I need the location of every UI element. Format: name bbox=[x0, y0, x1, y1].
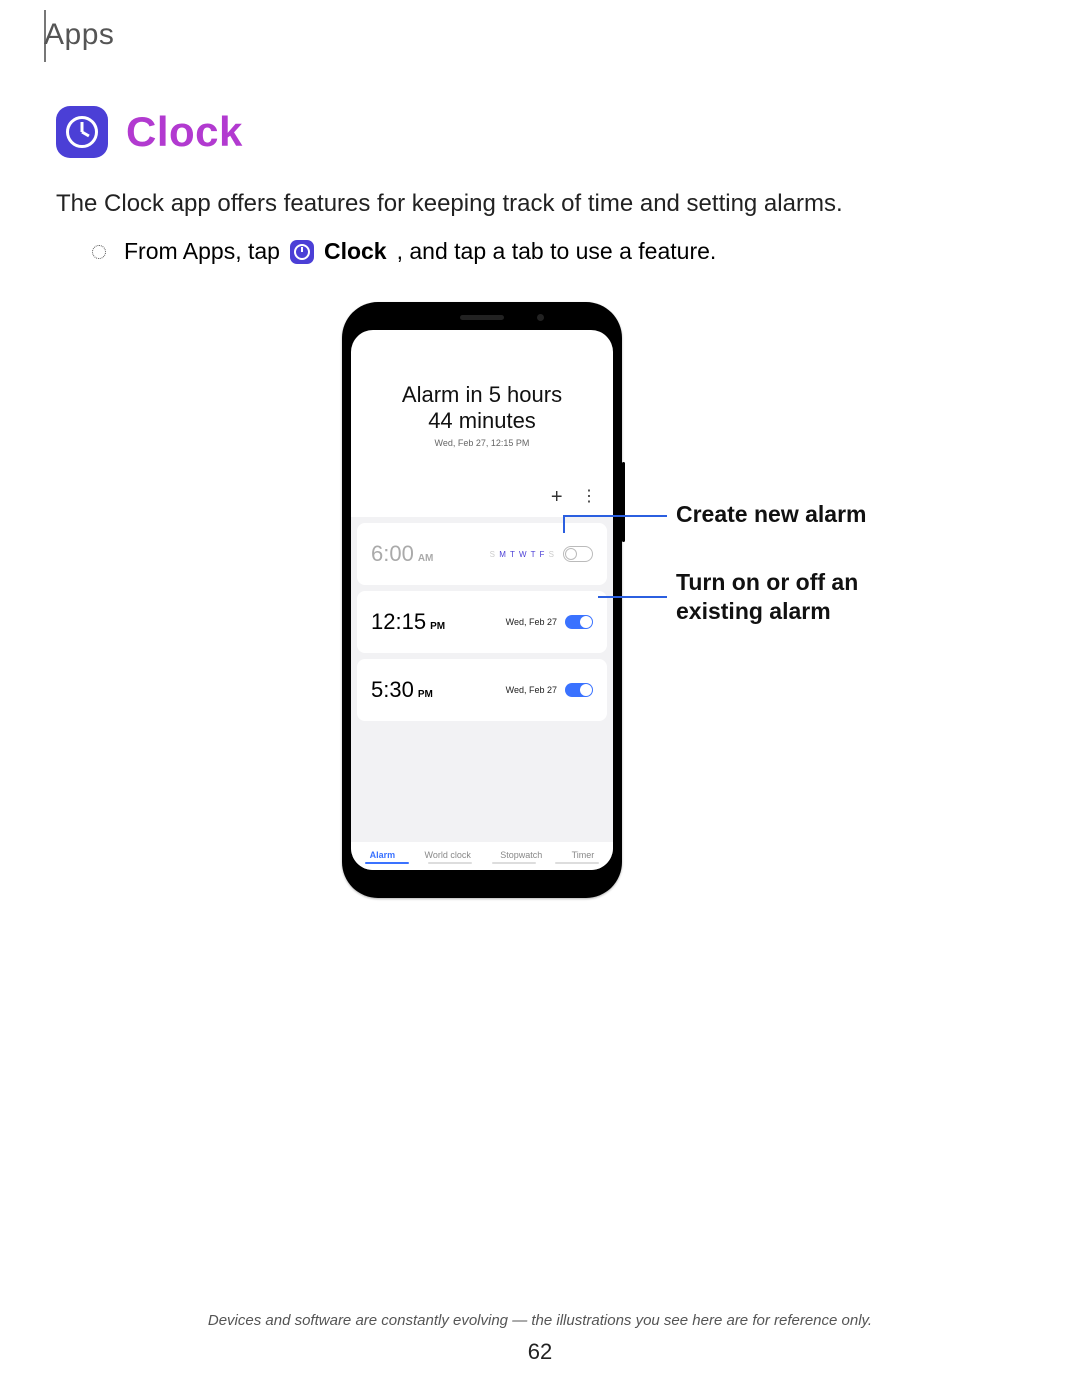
step-row: From Apps, tap Clock , and tap a tab to … bbox=[92, 238, 716, 265]
bullet-icon bbox=[92, 245, 106, 259]
alarm-time: 6:00 bbox=[371, 541, 414, 567]
alarm-list: 6:00 AM S M T W T F S 12:15 PM Wed, Feb … bbox=[351, 517, 613, 842]
clock-icon bbox=[290, 240, 314, 264]
earpiece bbox=[460, 315, 504, 320]
callout-create-alarm: Create new alarm bbox=[676, 500, 866, 529]
alarm-toolbar: + ⋮ bbox=[351, 486, 613, 517]
alarm-item[interactable]: 12:15 PM Wed, Feb 27 bbox=[357, 591, 607, 653]
phone-mockup: Alarm in 5 hours 44 minutes Wed, Feb 27,… bbox=[342, 302, 622, 898]
callout-line bbox=[563, 515, 667, 517]
page-number: 62 bbox=[0, 1339, 1080, 1365]
alarm-item[interactable]: 6:00 AM S M T W T F S bbox=[357, 523, 607, 585]
alarm-toggle[interactable] bbox=[563, 546, 593, 562]
alarm-time: 12:15 bbox=[371, 609, 426, 635]
alarm-item[interactable]: 5:30 PM Wed, Feb 27 bbox=[357, 659, 607, 721]
callout-toggle-l1: Turn on or off an bbox=[676, 568, 858, 597]
bottom-tabs: Alarm World clock Stopwatch Timer bbox=[351, 842, 613, 862]
alarm-days: S M T W T F S bbox=[490, 550, 555, 559]
step-bold: Clock bbox=[324, 238, 387, 265]
alarm-suffix: PM bbox=[418, 689, 433, 700]
alarm-suffix: AM bbox=[418, 553, 434, 564]
callout-line bbox=[563, 515, 565, 533]
callout-line bbox=[598, 596, 667, 598]
page-title: Clock bbox=[126, 108, 243, 156]
alarm-summary: Alarm in 5 hours 44 minutes Wed, Feb 27,… bbox=[351, 330, 613, 448]
alarm-date: Wed, Feb 27 bbox=[506, 617, 557, 627]
tab-world-clock[interactable]: World clock bbox=[425, 850, 471, 860]
step-pre: From Apps, tap bbox=[124, 238, 280, 265]
alarm-date: Wed, Feb 27 bbox=[506, 685, 557, 695]
footer-note: Devices and software are constantly evol… bbox=[0, 1312, 1080, 1329]
title-row: Clock bbox=[56, 106, 243, 158]
intro-text: The Clock app offers features for keepin… bbox=[56, 190, 843, 218]
alarm-summary-line2: 44 minutes bbox=[351, 408, 613, 434]
callout-toggle-l2: existing alarm bbox=[676, 597, 858, 626]
tab-alarm[interactable]: Alarm bbox=[370, 850, 396, 860]
more-icon[interactable]: ⋮ bbox=[581, 486, 597, 506]
alarm-suffix: PM bbox=[430, 621, 445, 632]
alarm-toggle[interactable] bbox=[565, 615, 593, 629]
alarm-time: 5:30 bbox=[371, 677, 414, 703]
breadcrumb: Apps bbox=[44, 18, 114, 52]
tab-underline bbox=[351, 862, 613, 870]
tab-stopwatch[interactable]: Stopwatch bbox=[500, 850, 542, 860]
step-post: , and tap a tab to use a feature. bbox=[397, 238, 717, 265]
callout-toggle-alarm: Turn on or off an existing alarm bbox=[676, 568, 858, 626]
add-alarm-icon[interactable]: + bbox=[551, 486, 563, 509]
alarm-summary-line1: Alarm in 5 hours bbox=[351, 382, 613, 408]
alarm-summary-sub: Wed, Feb 27, 12:15 PM bbox=[351, 438, 613, 448]
alarm-toggle[interactable] bbox=[565, 683, 593, 697]
tab-timer[interactable]: Timer bbox=[572, 850, 595, 860]
phone-screen: Alarm in 5 hours 44 minutes Wed, Feb 27,… bbox=[351, 330, 613, 870]
clock-icon bbox=[56, 106, 108, 158]
sensor bbox=[537, 314, 544, 321]
